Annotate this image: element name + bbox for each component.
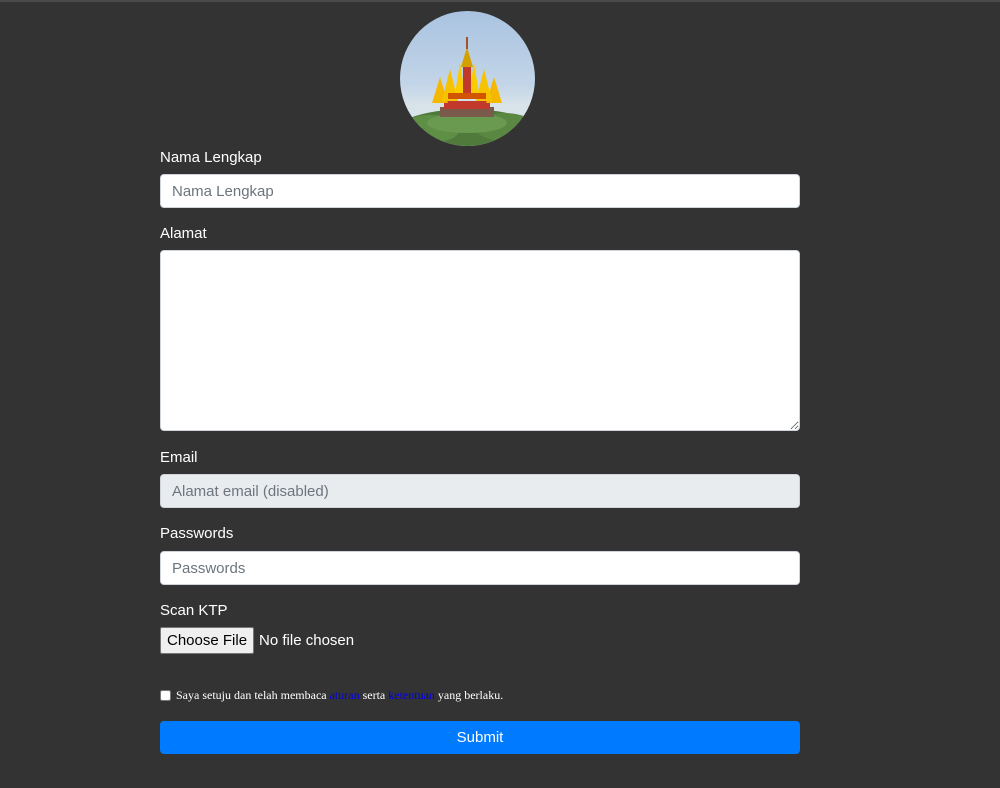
fullname-label: Nama Lengkap xyxy=(160,149,262,166)
rules-link[interactable]: aturan xyxy=(330,688,360,703)
agreement-row: Saya setuju dan telah membaca aturan ser… xyxy=(160,688,503,703)
scan-ktp-label: Scan KTP xyxy=(160,602,228,619)
agreement-text-before: Saya setuju dan telah membaca xyxy=(176,688,327,702)
address-label: Alamat xyxy=(160,225,207,242)
agreement-text-after: yang berlaku. xyxy=(437,688,504,702)
email-label: Email xyxy=(160,449,198,466)
address-textarea[interactable] xyxy=(160,250,800,431)
top-border xyxy=(0,0,1000,2)
fullname-input[interactable] xyxy=(160,174,800,208)
file-input: Choose File No file chosen xyxy=(160,627,354,654)
terms-link[interactable]: ketentuan xyxy=(388,688,435,703)
submit-button[interactable]: Submit xyxy=(160,721,800,754)
choose-file-button[interactable]: Choose File xyxy=(160,627,255,654)
avatar xyxy=(400,11,535,146)
email-input xyxy=(160,474,800,508)
agreement-checkbox[interactable] xyxy=(160,690,171,701)
file-status: No file chosen xyxy=(259,632,355,649)
password-label: Passwords xyxy=(160,525,234,542)
monument-icon xyxy=(400,37,535,146)
agreement-text-middle: serta xyxy=(362,688,386,702)
password-input[interactable] xyxy=(160,551,800,585)
